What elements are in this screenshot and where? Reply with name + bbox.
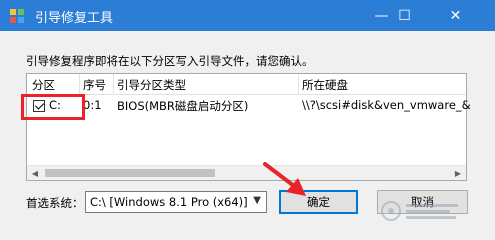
boot-type-cell: BIOS(MBR磁盘启动分区) [117,99,249,113]
scroll-right-icon[interactable]: ▶ [450,166,466,181]
horizontal-scrollbar[interactable]: ◀ ▶ [27,165,466,180]
annotation-arrow-icon [263,162,306,196]
watermark-logo-icon [381,201,458,221]
column-separator[interactable] [113,74,114,95]
column-header-boot-type[interactable]: 引导分区类型 [117,77,186,93]
column-header-index[interactable]: 序号 [83,77,106,93]
chevron-down-icon: ▼ [253,195,261,206]
disk-cell: \\?\scsi#disk&ven_vmware_& [302,98,471,112]
column-header-disk[interactable]: 所在硬盘 [302,77,348,93]
instruction-text: 引导修复程序即将在以下分区写入引导文件，请您确认。 [26,54,314,68]
system-select-value: C:\ [Windows 8.1 Pro (x64)] [90,195,248,209]
column-separator[interactable] [298,74,299,95]
index-cell: 0:1 [83,98,102,112]
scroll-left-icon[interactable]: ◀ [27,166,43,181]
partition-table: 分区 序号 引导分区类型 所在硬盘 C: 0:1 BIOS(MBR磁盘启动分区)… [26,73,471,181]
column-separator[interactable] [79,74,80,95]
annotation-highlight-box [21,94,85,120]
app-icon [10,9,24,23]
system-select[interactable]: C:\ [Windows 8.1 Pro (x64)] ▼ [85,191,267,213]
close-button[interactable]: ✕ [416,0,495,31]
system-label: 首选系统： [26,196,84,210]
scroll-thumb[interactable] [45,169,215,177]
window-title: 引导修复工具 [35,11,114,26]
title-bar: 引导修复工具 — ☐ ✕ [0,0,495,31]
column-header-partition[interactable]: 分区 [32,77,55,93]
table-header: 分区 序号 引导分区类型 所在硬盘 [27,74,466,95]
